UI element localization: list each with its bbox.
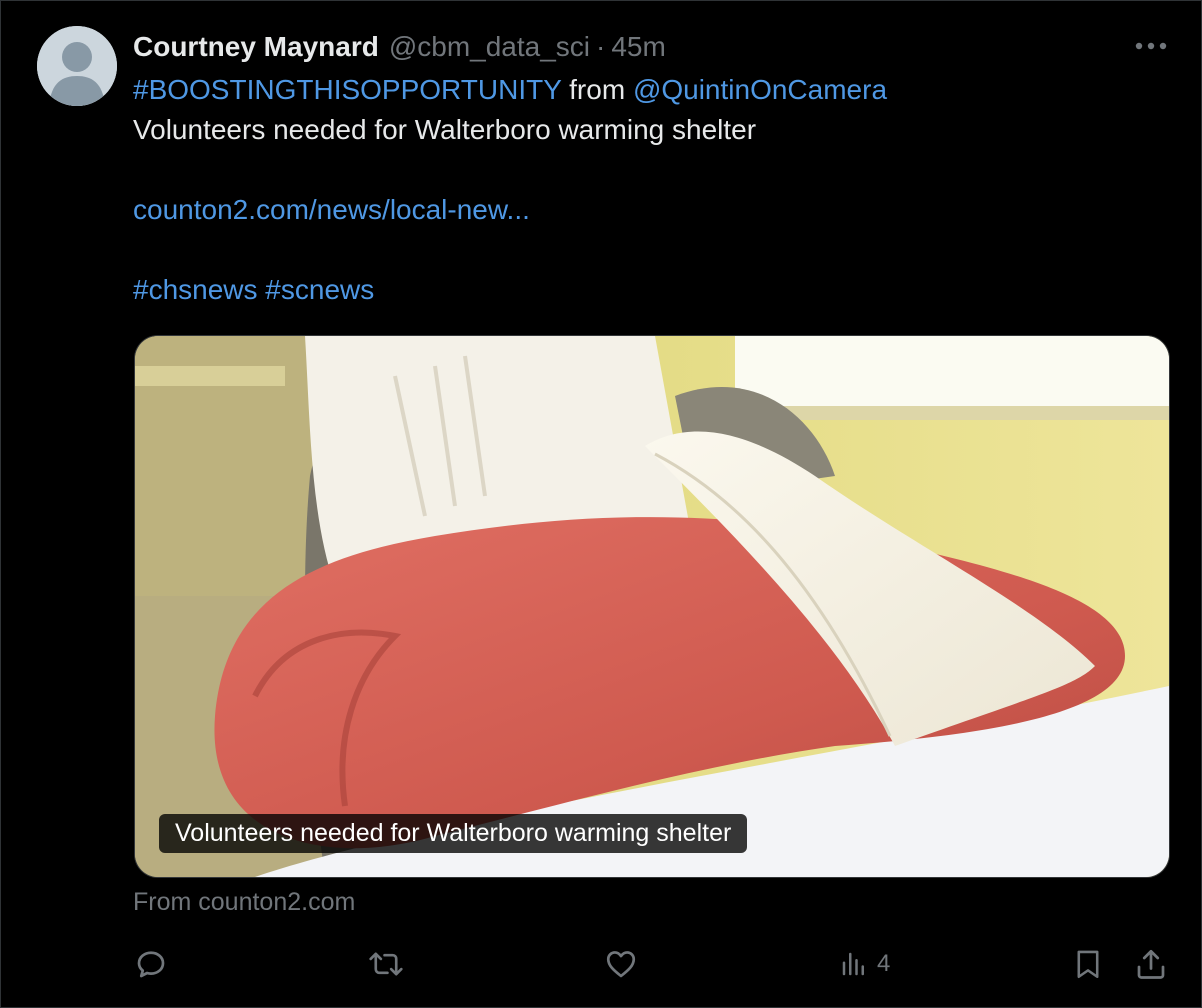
tweet-timestamp[interactable]: 45m	[611, 31, 665, 63]
tweet-text-line-1: #BOOSTINGTHISOPPORTUNITY from @QuintinOn…	[133, 72, 887, 108]
header-separator: ·	[596, 31, 606, 62]
views-button[interactable]: 4	[839, 942, 890, 986]
reply-icon	[137, 951, 165, 978]
more-options-button[interactable]	[1129, 31, 1173, 61]
tweet-card: Courtney Maynard @cbm_data_sci · 45m #BO…	[0, 0, 1202, 1008]
author-avatar[interactable]	[37, 26, 117, 106]
preview-image	[135, 336, 1169, 877]
author-handle[interactable]: @cbm_data_sci	[389, 31, 590, 63]
retweet-button[interactable]	[367, 942, 405, 986]
author-name[interactable]: Courtney Maynard	[133, 31, 379, 63]
tweet-headline: Volunteers needed for Walterboro warming…	[133, 114, 757, 145]
from-text: from	[569, 74, 626, 105]
bookmark-icon	[1077, 950, 1099, 979]
preview-caption: Volunteers needed for Walterboro warming…	[159, 814, 748, 853]
heart-icon	[606, 951, 636, 978]
mention-link[interactable]: @QuintinOnCamera	[633, 74, 887, 105]
tweet-header: Courtney Maynard @cbm_data_sci · 45m	[133, 29, 666, 65]
reply-button[interactable]	[133, 942, 169, 986]
hashtag-chsnews-link[interactable]: #chsnews	[133, 274, 258, 305]
link-preview-card[interactable]: Volunteers needed for Walterboro warming…	[134, 335, 1170, 878]
card-source[interactable]: From counton2.com	[133, 885, 355, 919]
views-chart-icon	[842, 952, 864, 976]
more-horizontal-icon	[1135, 42, 1167, 50]
default-avatar-icon	[37, 26, 117, 106]
bookmark-button[interactable]	[1071, 942, 1105, 986]
share-icon	[1137, 949, 1165, 979]
hashtag-boost-link[interactable]: #BOOSTINGTHISOPPORTUNITY	[133, 74, 561, 105]
hashtag-scnews-link[interactable]: #scnews	[265, 274, 374, 305]
views-count: 4	[877, 950, 891, 977]
share-button[interactable]	[1133, 942, 1169, 986]
hashtags-line: #chsnews #scnews	[133, 272, 374, 308]
like-button[interactable]	[603, 942, 639, 986]
article-link[interactable]: counton2.com/news/local-new...	[133, 192, 530, 228]
retweet-icon	[369, 952, 403, 976]
